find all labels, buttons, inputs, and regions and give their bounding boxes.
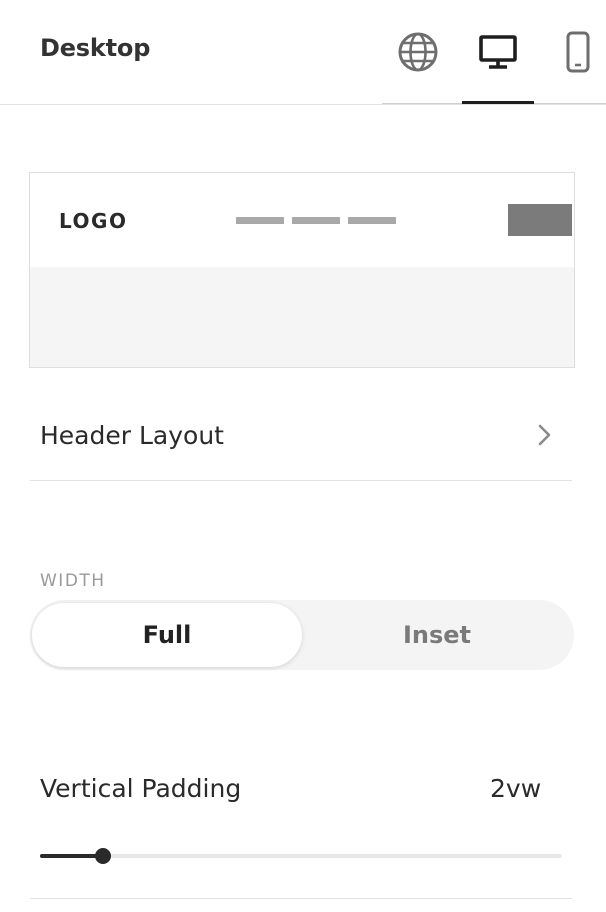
slider-thumb[interactable] — [95, 848, 111, 864]
globe-icon — [398, 32, 438, 72]
active-tab-indicator — [462, 101, 534, 104]
mobile-phone-icon — [566, 31, 590, 73]
panel-title: Desktop — [40, 34, 151, 62]
tab-mobile[interactable] — [554, 28, 602, 76]
tab-desktop[interactable] — [474, 28, 522, 76]
width-section-label: WIDTH — [40, 571, 106, 591]
panel-header: Desktop — [0, 0, 606, 105]
preview-nav-link — [348, 217, 396, 224]
section-divider — [30, 898, 572, 899]
vertical-padding-slider[interactable] — [40, 845, 562, 867]
vertical-padding-label: Vertical Padding — [40, 774, 242, 803]
preview-header-bar: LOGO — [30, 173, 574, 267]
header-preview: LOGO — [29, 172, 575, 368]
desktop-monitor-icon — [479, 35, 517, 69]
header-layout-label: Header Layout — [40, 421, 224, 450]
preview-logo: LOGO — [59, 209, 128, 233]
preview-nav-link — [292, 217, 340, 224]
preview-cta-button — [508, 204, 572, 236]
header-layout-row[interactable]: Header Layout — [30, 408, 572, 481]
chevron-right-icon — [538, 424, 551, 446]
tab-global[interactable] — [394, 28, 442, 76]
slider-fill — [40, 854, 103, 858]
width-option-full[interactable]: Full — [32, 603, 302, 667]
vertical-padding-value: 2vw — [490, 774, 542, 803]
slider-track — [40, 854, 562, 858]
width-option-inset[interactable]: Inset — [302, 603, 572, 667]
preview-nav-link — [236, 217, 284, 224]
width-segmented-control: Full Inset — [30, 600, 574, 670]
